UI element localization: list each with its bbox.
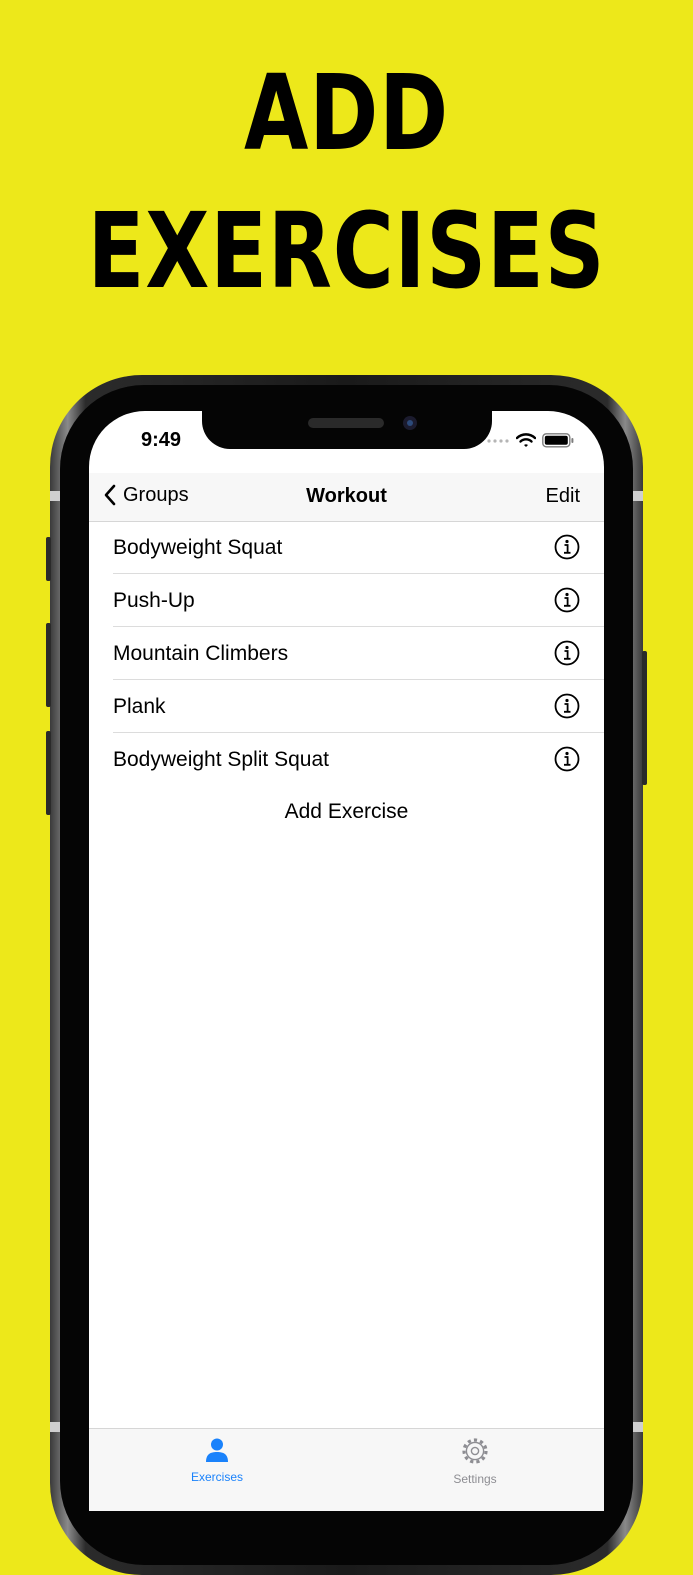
gear-icon xyxy=(462,1438,488,1464)
headline-line-2: EXERCISES xyxy=(87,190,606,312)
nav-title: Workout xyxy=(306,485,387,507)
mute-switch xyxy=(46,537,51,581)
list-item[interactable]: Push-Up xyxy=(89,574,604,627)
exercise-name: Plank xyxy=(113,695,166,718)
tab-settings[interactable]: Settings xyxy=(415,1437,535,1486)
info-icon[interactable] xyxy=(554,587,580,613)
info-icon[interactable] xyxy=(554,693,580,719)
list-item[interactable]: Bodyweight Squat xyxy=(89,521,604,574)
battery-icon xyxy=(542,433,574,448)
speaker-grille xyxy=(308,418,384,428)
tab-exercises-label: Exercises xyxy=(190,1470,243,1484)
list-item[interactable]: Plank xyxy=(89,680,604,733)
tab-exercises[interactable]: Exercises xyxy=(157,1437,277,1484)
info-icon[interactable] xyxy=(554,640,580,666)
person-icon xyxy=(206,1438,228,1462)
headline-line-1: ADD xyxy=(244,52,449,174)
wifi-icon xyxy=(516,433,536,447)
status-time: 9:49 xyxy=(141,429,182,451)
info-icon[interactable] xyxy=(554,746,580,772)
tab-bar: Exercises Settings xyxy=(89,1428,604,1511)
notch xyxy=(202,411,492,449)
edit-button[interactable]: Edit xyxy=(546,485,580,508)
add-exercise-button[interactable]: Add Exercise xyxy=(89,800,604,824)
info-icon[interactable] xyxy=(554,534,580,560)
exercise-name: Bodyweight Squat xyxy=(113,536,283,559)
exercise-name: Bodyweight Split Squat xyxy=(113,748,329,771)
power-button xyxy=(642,651,647,785)
exercise-list: Bodyweight Squat Push-Up Mountain Climbe… xyxy=(89,521,604,786)
exercise-name: Push-Up xyxy=(113,589,195,612)
tab-settings-label: Settings xyxy=(453,1472,497,1486)
list-item[interactable]: Mountain Climbers xyxy=(89,627,604,680)
navigation-bar: Groups Workout Edit xyxy=(89,473,604,522)
list-item[interactable]: Bodyweight Split Squat xyxy=(89,733,604,786)
cellular-signal-icon xyxy=(487,438,509,443)
exercise-name: Mountain Climbers xyxy=(113,642,289,665)
phone-screen: 9:49 Groups Workout Edit Bodyweight Squa… xyxy=(89,411,604,1511)
front-camera xyxy=(403,416,417,430)
status-indicators xyxy=(486,433,574,448)
volume-down-button xyxy=(46,731,51,815)
volume-up-button xyxy=(46,623,51,707)
